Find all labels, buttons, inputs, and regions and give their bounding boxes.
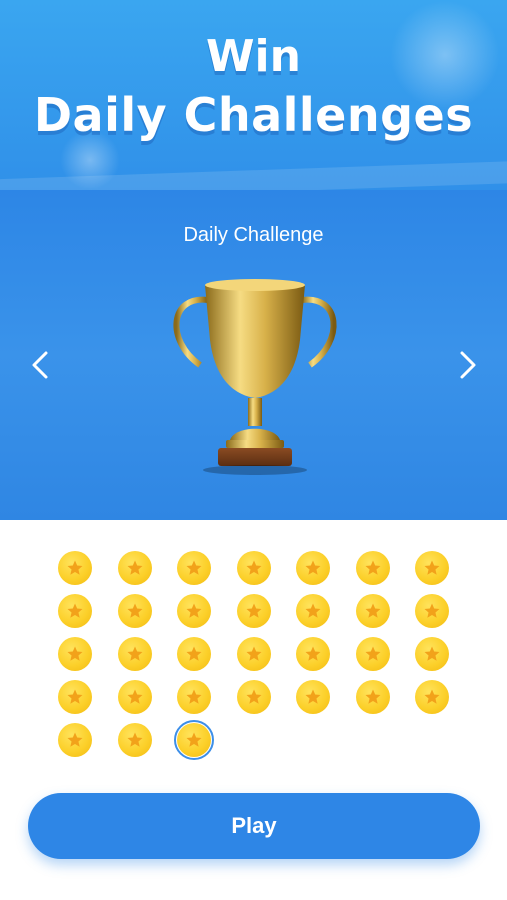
trophy-icon	[173, 279, 337, 475]
day-coin	[58, 594, 92, 628]
star-icon	[305, 646, 321, 661]
day-coin	[118, 551, 152, 585]
star-icon	[305, 689, 321, 704]
day-coin	[58, 637, 92, 671]
star-icon	[424, 560, 440, 575]
day-coin	[237, 594, 271, 628]
star-icon	[127, 689, 143, 704]
day-coin	[177, 594, 211, 628]
star-icon	[186, 689, 202, 704]
star-icon	[127, 603, 143, 618]
star-icon	[424, 646, 440, 661]
day-coin	[356, 680, 390, 714]
challenge-title: Daily Challenge	[183, 224, 324, 246]
banner-title-line1: Win	[206, 31, 301, 82]
day-coin	[58, 551, 92, 585]
star-icon	[67, 646, 83, 661]
day-coin	[177, 680, 211, 714]
day-coin	[415, 637, 449, 671]
star-icon	[186, 603, 202, 618]
day-coin	[415, 551, 449, 585]
day-coin	[296, 680, 330, 714]
star-icon	[246, 689, 262, 704]
star-icon	[67, 689, 83, 704]
star-icon	[186, 646, 202, 661]
day-coin	[118, 680, 152, 714]
star-icon	[424, 689, 440, 704]
day-coin	[237, 680, 271, 714]
day-coin	[415, 594, 449, 628]
star-icon	[246, 646, 262, 661]
day-coin	[118, 594, 152, 628]
day-coin	[177, 637, 211, 671]
chevron-left-icon[interactable]	[26, 345, 56, 385]
star-icon	[365, 560, 381, 575]
star-icon	[305, 560, 321, 575]
star-icon	[365, 603, 381, 618]
day-coin	[296, 551, 330, 585]
day-coin	[356, 637, 390, 671]
day-coin	[237, 551, 271, 585]
banner-title-line2: Daily Challenges	[33, 88, 474, 142]
star-icon	[127, 560, 143, 575]
star-icon	[127, 646, 143, 661]
day-coin	[58, 680, 92, 714]
star-icon	[365, 689, 381, 704]
star-icon	[246, 603, 262, 618]
day-coin	[118, 637, 152, 671]
day-coin	[118, 723, 152, 757]
star-icon	[365, 646, 381, 661]
day-coin[interactable]	[174, 720, 214, 760]
star-icon	[67, 560, 83, 575]
day-coin	[177, 551, 211, 585]
star-icon	[186, 560, 202, 575]
day-coin	[296, 594, 330, 628]
day-coin	[58, 723, 92, 757]
day-coin	[356, 551, 390, 585]
star-icon	[186, 732, 202, 747]
star-icon	[246, 560, 262, 575]
day-coin	[356, 594, 390, 628]
chevron-right-icon[interactable]	[452, 345, 482, 385]
day-coin	[237, 637, 271, 671]
day-coin	[415, 680, 449, 714]
star-icon	[127, 732, 143, 747]
play-button[interactable]: Play	[28, 793, 480, 859]
star-icon	[305, 603, 321, 618]
star-icon	[67, 732, 83, 747]
star-icon	[424, 603, 440, 618]
star-icon	[67, 603, 83, 618]
day-coin	[296, 637, 330, 671]
banner-title: Win Daily Challenges	[0, 28, 507, 144]
